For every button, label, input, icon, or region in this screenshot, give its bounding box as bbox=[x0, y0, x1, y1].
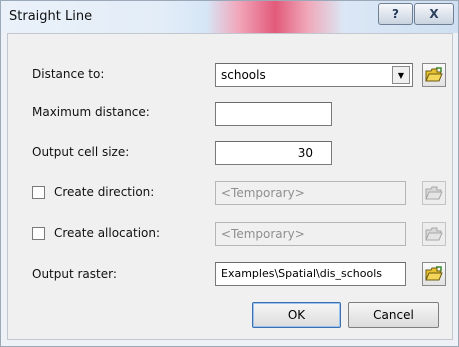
help-button[interactable]: ? bbox=[378, 3, 413, 25]
output-raster-input[interactable]: Examples\Spatial\dis_schools bbox=[215, 262, 406, 286]
help-icon: ? bbox=[392, 7, 399, 21]
close-icon: X bbox=[429, 7, 439, 21]
open-folder-icon bbox=[425, 227, 443, 241]
ok-button[interactable]: OK bbox=[252, 302, 341, 328]
create-direction-label: Create direction: bbox=[54, 185, 155, 199]
maximum-distance-label: Maximum distance: bbox=[32, 105, 150, 119]
open-folder-icon bbox=[425, 266, 443, 281]
title-bar[interactable]: Straight Line ? X bbox=[1, 1, 458, 33]
close-button[interactable]: X bbox=[414, 3, 454, 25]
dialog-body: Distance to: schools ▼ Maximum distance:… bbox=[7, 33, 453, 340]
output-raster-label: Output raster: bbox=[32, 267, 117, 281]
maximum-distance-input[interactable] bbox=[215, 102, 332, 126]
create-direction-checkbox[interactable] bbox=[32, 186, 45, 199]
direction-browse-button bbox=[422, 181, 446, 205]
distance-to-value: schools bbox=[221, 68, 266, 82]
chevron-down-icon[interactable]: ▼ bbox=[392, 66, 410, 84]
output-cell-size-input[interactable]: 30 bbox=[215, 141, 332, 165]
open-folder-icon bbox=[425, 67, 443, 82]
open-folder-icon bbox=[425, 186, 443, 200]
allocation-browse-button bbox=[422, 222, 446, 246]
output-cell-size-label: Output cell size: bbox=[32, 145, 130, 159]
create-allocation-label: Create allocation: bbox=[54, 226, 161, 240]
straight-line-dialog: Straight Line ? X Distance to: schools ▼… bbox=[0, 0, 459, 347]
cancel-button[interactable]: Cancel bbox=[348, 302, 439, 328]
output-raster-browse-button[interactable] bbox=[422, 262, 446, 286]
distance-to-combobox[interactable]: schools ▼ bbox=[215, 63, 413, 87]
distance-to-browse-button[interactable] bbox=[422, 63, 446, 87]
window-title: Straight Line bbox=[9, 9, 93, 24]
allocation-output-field: <Temporary> bbox=[215, 222, 406, 246]
create-allocation-checkbox[interactable] bbox=[32, 227, 45, 240]
direction-output-field: <Temporary> bbox=[215, 181, 406, 205]
distance-to-label: Distance to: bbox=[32, 67, 105, 81]
